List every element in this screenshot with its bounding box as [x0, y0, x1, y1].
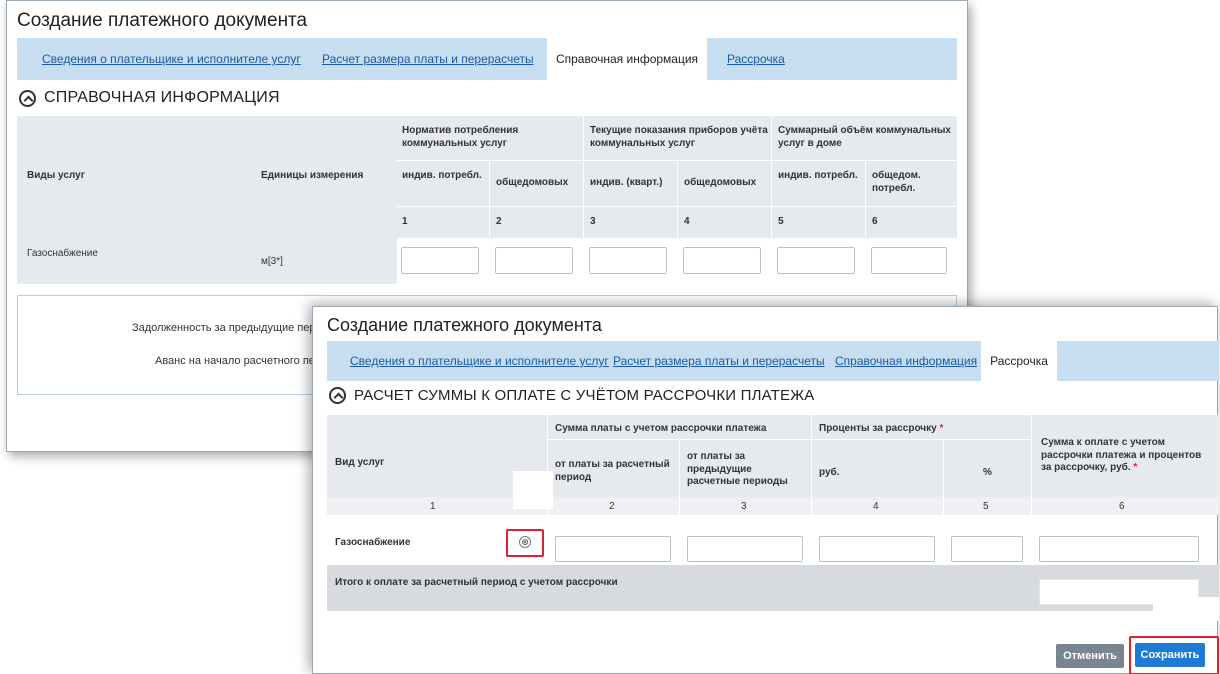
- mask-patch: [1153, 597, 1219, 621]
- tab-installment[interactable]: Рассрочка: [981, 341, 1057, 381]
- col-num: 4: [684, 216, 690, 227]
- tab-bar: Сведения о плательщике и исполнителе усл…: [17, 38, 957, 80]
- sub-current-common: общедомовых: [684, 177, 757, 188]
- percent-pct-input[interactable]: [951, 536, 1023, 562]
- group-sum: Сумма платы с учетом рассрочки платежа: [555, 423, 767, 434]
- current-period-input[interactable]: [555, 536, 671, 562]
- front-window: Создание платежного документа Сведения о…: [312, 306, 1219, 674]
- tab-payment-calc[interactable]: Расчет размера платы и перерасчеты: [613, 341, 825, 381]
- window-title: Создание платежного документа: [327, 315, 602, 335]
- total-label: Итого к оплате за расчетный период с уче…: [335, 577, 618, 588]
- sub-pct: %: [983, 467, 992, 478]
- sub-norm-common: общедомовых: [496, 177, 569, 188]
- section-header[interactable]: СПРАВОЧНАЯ ИНФОРМАЦИЯ: [19, 89, 280, 107]
- remove-icon[interactable]: ⊗: [519, 536, 531, 548]
- col-num: 6: [1119, 501, 1125, 512]
- collapse-icon[interactable]: [19, 89, 36, 107]
- advance-label: Аванс на начало расчетного пери: [155, 355, 328, 367]
- total-common-input[interactable]: [871, 247, 947, 274]
- group-current: Текущие показания приборов учёта коммуна…: [590, 125, 768, 149]
- debt-label: Задолженность за предыдущие перио: [132, 322, 328, 334]
- percent-rub-input[interactable]: [819, 536, 935, 562]
- tab-payer-info[interactable]: Сведения о плательщике и исполнителе усл…: [42, 38, 301, 80]
- norm-indiv-input[interactable]: [401, 247, 479, 274]
- sub-prev-periods: от платы за предыдущие расчетные периоды: [687, 451, 788, 487]
- col-num: 3: [590, 216, 596, 227]
- current-common-input[interactable]: [683, 247, 761, 274]
- save-button[interactable]: Сохранить: [1135, 643, 1205, 667]
- tab-reference-info[interactable]: Справочная информация: [835, 341, 977, 381]
- col-service: Вид услуг: [335, 457, 385, 468]
- tab-payer-info[interactable]: Сведения о плательщике и исполнителе усл…: [350, 341, 609, 381]
- col-num: 6: [872, 216, 878, 227]
- group-norm: Норматив потребления коммунальных услуг: [402, 125, 519, 149]
- col-units: Единицы измерения: [261, 170, 364, 181]
- tab-reference-info[interactable]: Справочная информация: [547, 38, 707, 80]
- window-title: Создание платежного документа: [17, 10, 308, 31]
- tab-payment-calc[interactable]: Расчет размера платы и перерасчеты: [322, 38, 534, 80]
- total-indiv-input[interactable]: [777, 247, 855, 274]
- row-service: Газоснабжение: [335, 537, 411, 548]
- col-num: 5: [778, 216, 784, 227]
- group-percent: Проценты за рассрочку *: [819, 423, 944, 434]
- row-unit: м[3*]: [261, 256, 283, 267]
- row-service: Газоснабжение: [27, 248, 98, 259]
- section-title: СПРАВОЧНАЯ ИНФОРМАЦИЯ: [44, 89, 280, 106]
- tab-bar: Сведения о плательщике и исполнителе усл…: [327, 341, 1219, 381]
- tab-installment[interactable]: Рассрочка: [727, 38, 785, 80]
- col-num: 3: [741, 501, 747, 512]
- section-title: РАСЧЕТ СУММЫ К ОПЛАТЕ С УЧЁТОМ РАССРОЧКИ…: [354, 387, 815, 404]
- sub-total-indiv: индив. потребл.: [778, 170, 858, 181]
- sub-rub: руб.: [819, 467, 840, 478]
- col-num: 2: [496, 216, 502, 227]
- group-total: Суммарный объём коммунальных услуг в дом…: [778, 125, 951, 149]
- prev-periods-input[interactable]: [687, 536, 803, 562]
- col-total-sum: Сумма к оплате с учетом рассрочки платеж…: [1041, 437, 1202, 473]
- collapse-icon[interactable]: [329, 387, 346, 404]
- sub-current-period: от платы за расчетный период: [555, 459, 670, 483]
- col-num: 1: [402, 216, 408, 227]
- sub-total-common: общедом. потребл.: [872, 170, 921, 194]
- norm-common-input[interactable]: [495, 247, 573, 274]
- sub-norm-indiv: индив. потребл.: [402, 170, 482, 181]
- current-indiv-input[interactable]: [589, 247, 667, 274]
- mask-patch: [513, 471, 553, 509]
- total-sum-input[interactable]: [1039, 536, 1199, 562]
- col-num: 4: [873, 501, 879, 512]
- section-header[interactable]: РАСЧЕТ СУММЫ К ОПЛАТЕ С УЧЁТОМ РАССРОЧКИ…: [329, 387, 815, 404]
- col-num: 2: [609, 501, 615, 512]
- cancel-button[interactable]: Отменить: [1056, 644, 1124, 668]
- sub-current-indiv: индив. (кварт.): [590, 177, 663, 188]
- col-num: 1: [430, 501, 436, 512]
- col-num: 5: [983, 501, 989, 512]
- col-service: Виды услуг: [27, 170, 85, 181]
